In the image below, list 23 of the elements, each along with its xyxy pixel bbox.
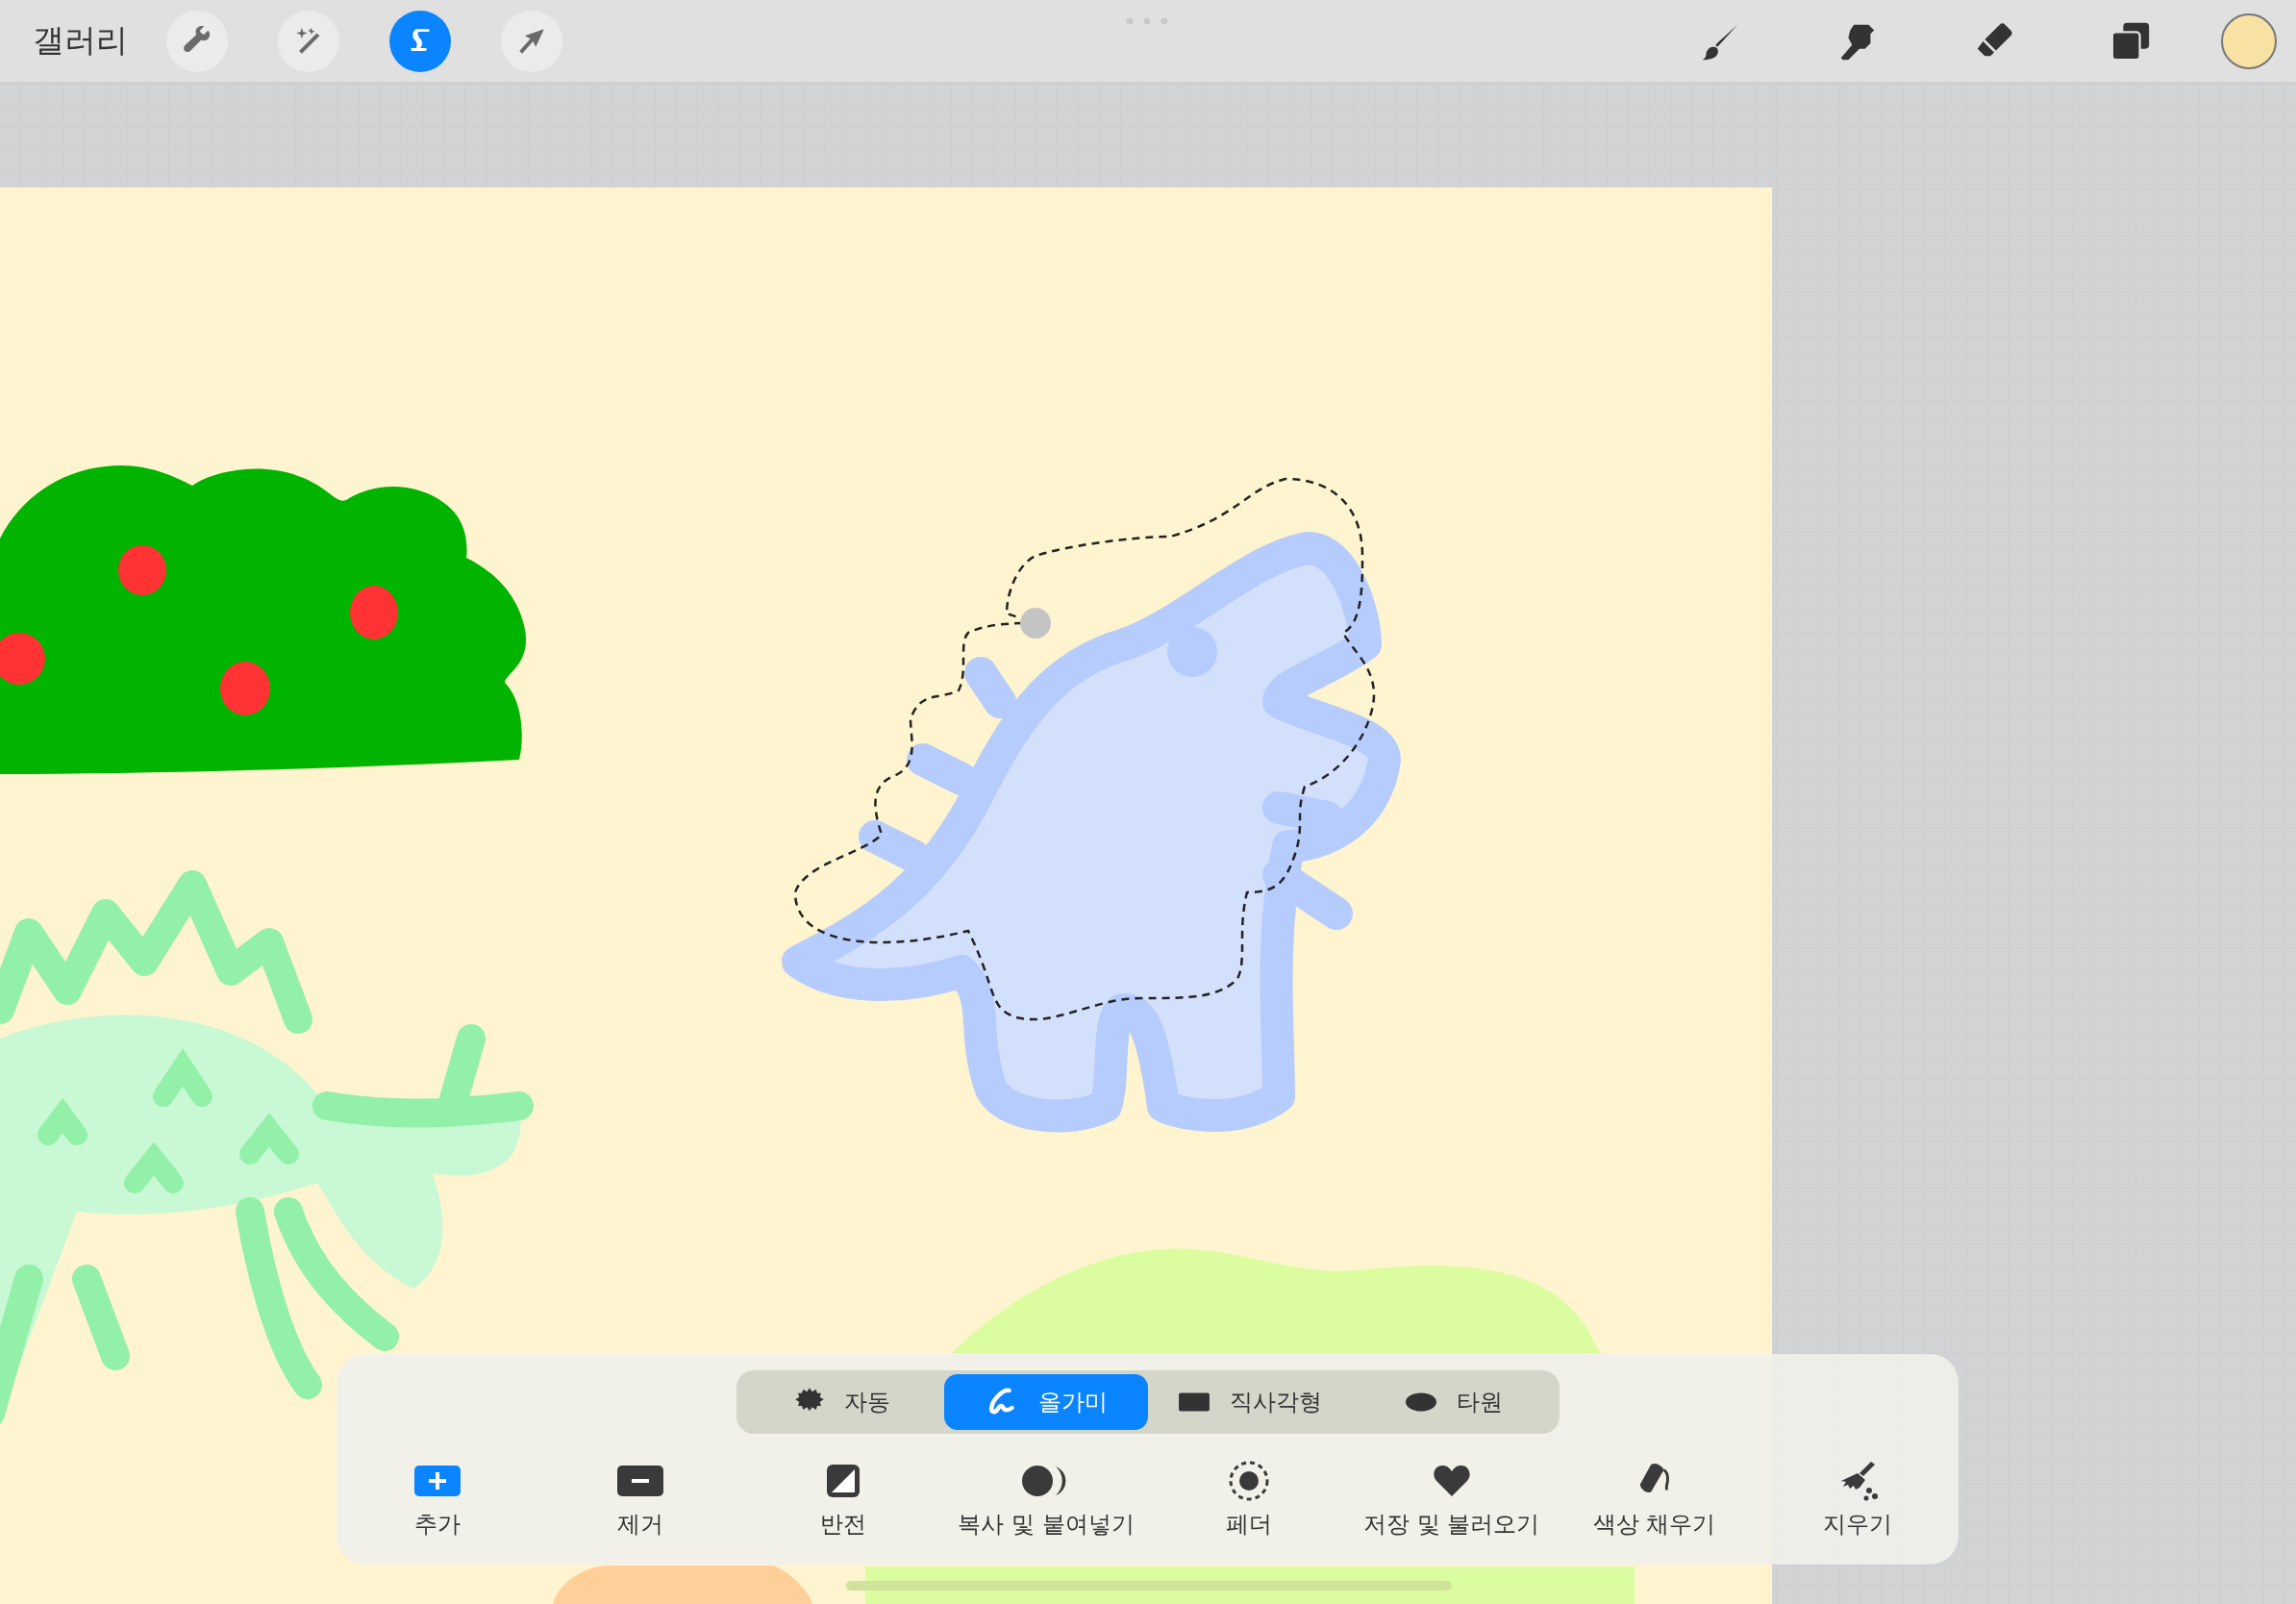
- selection-action-button[interactable]: 복사 및 붙여넣기: [944, 1459, 1148, 1540]
- selection-action-button[interactable]: 추가: [337, 1459, 539, 1540]
- gallery-button[interactable]: 갤러리: [33, 19, 128, 63]
- selection-mode-tab[interactable]: 자동: [739, 1374, 944, 1430]
- selection-mode-tab[interactable]: 올가미: [943, 1374, 1148, 1430]
- selection-mode-tab[interactable]: 타원: [1351, 1374, 1556, 1430]
- selection-action-button[interactable]: 페더: [1147, 1459, 1351, 1540]
- feather-icon: [1227, 1460, 1270, 1502]
- drag-handle-icon[interactable]: [1125, 17, 1169, 25]
- selection-action-button[interactable]: 저장 및 불러오기: [1350, 1459, 1554, 1540]
- selection-action-button[interactable]: 반전: [741, 1459, 945, 1540]
- selection-action-button[interactable]: 지우기: [1756, 1459, 1959, 1540]
- plus-icon: [414, 1466, 462, 1496]
- selection-handle[interactable]: [1020, 608, 1051, 639]
- invert-icon: [826, 1464, 861, 1498]
- rectangle-icon: [1177, 1390, 1210, 1415]
- heart-icon: [1432, 1464, 1471, 1498]
- selection-action-button[interactable]: 제거: [538, 1459, 742, 1540]
- selection-action-button[interactable]: 색상 채우기: [1553, 1459, 1757, 1540]
- ellipse-icon: [1404, 1390, 1437, 1415]
- color-swatch[interactable]: [2221, 13, 2277, 69]
- minus-icon: [617, 1466, 664, 1496]
- selection-mode-tab[interactable]: 직사각형: [1147, 1374, 1352, 1430]
